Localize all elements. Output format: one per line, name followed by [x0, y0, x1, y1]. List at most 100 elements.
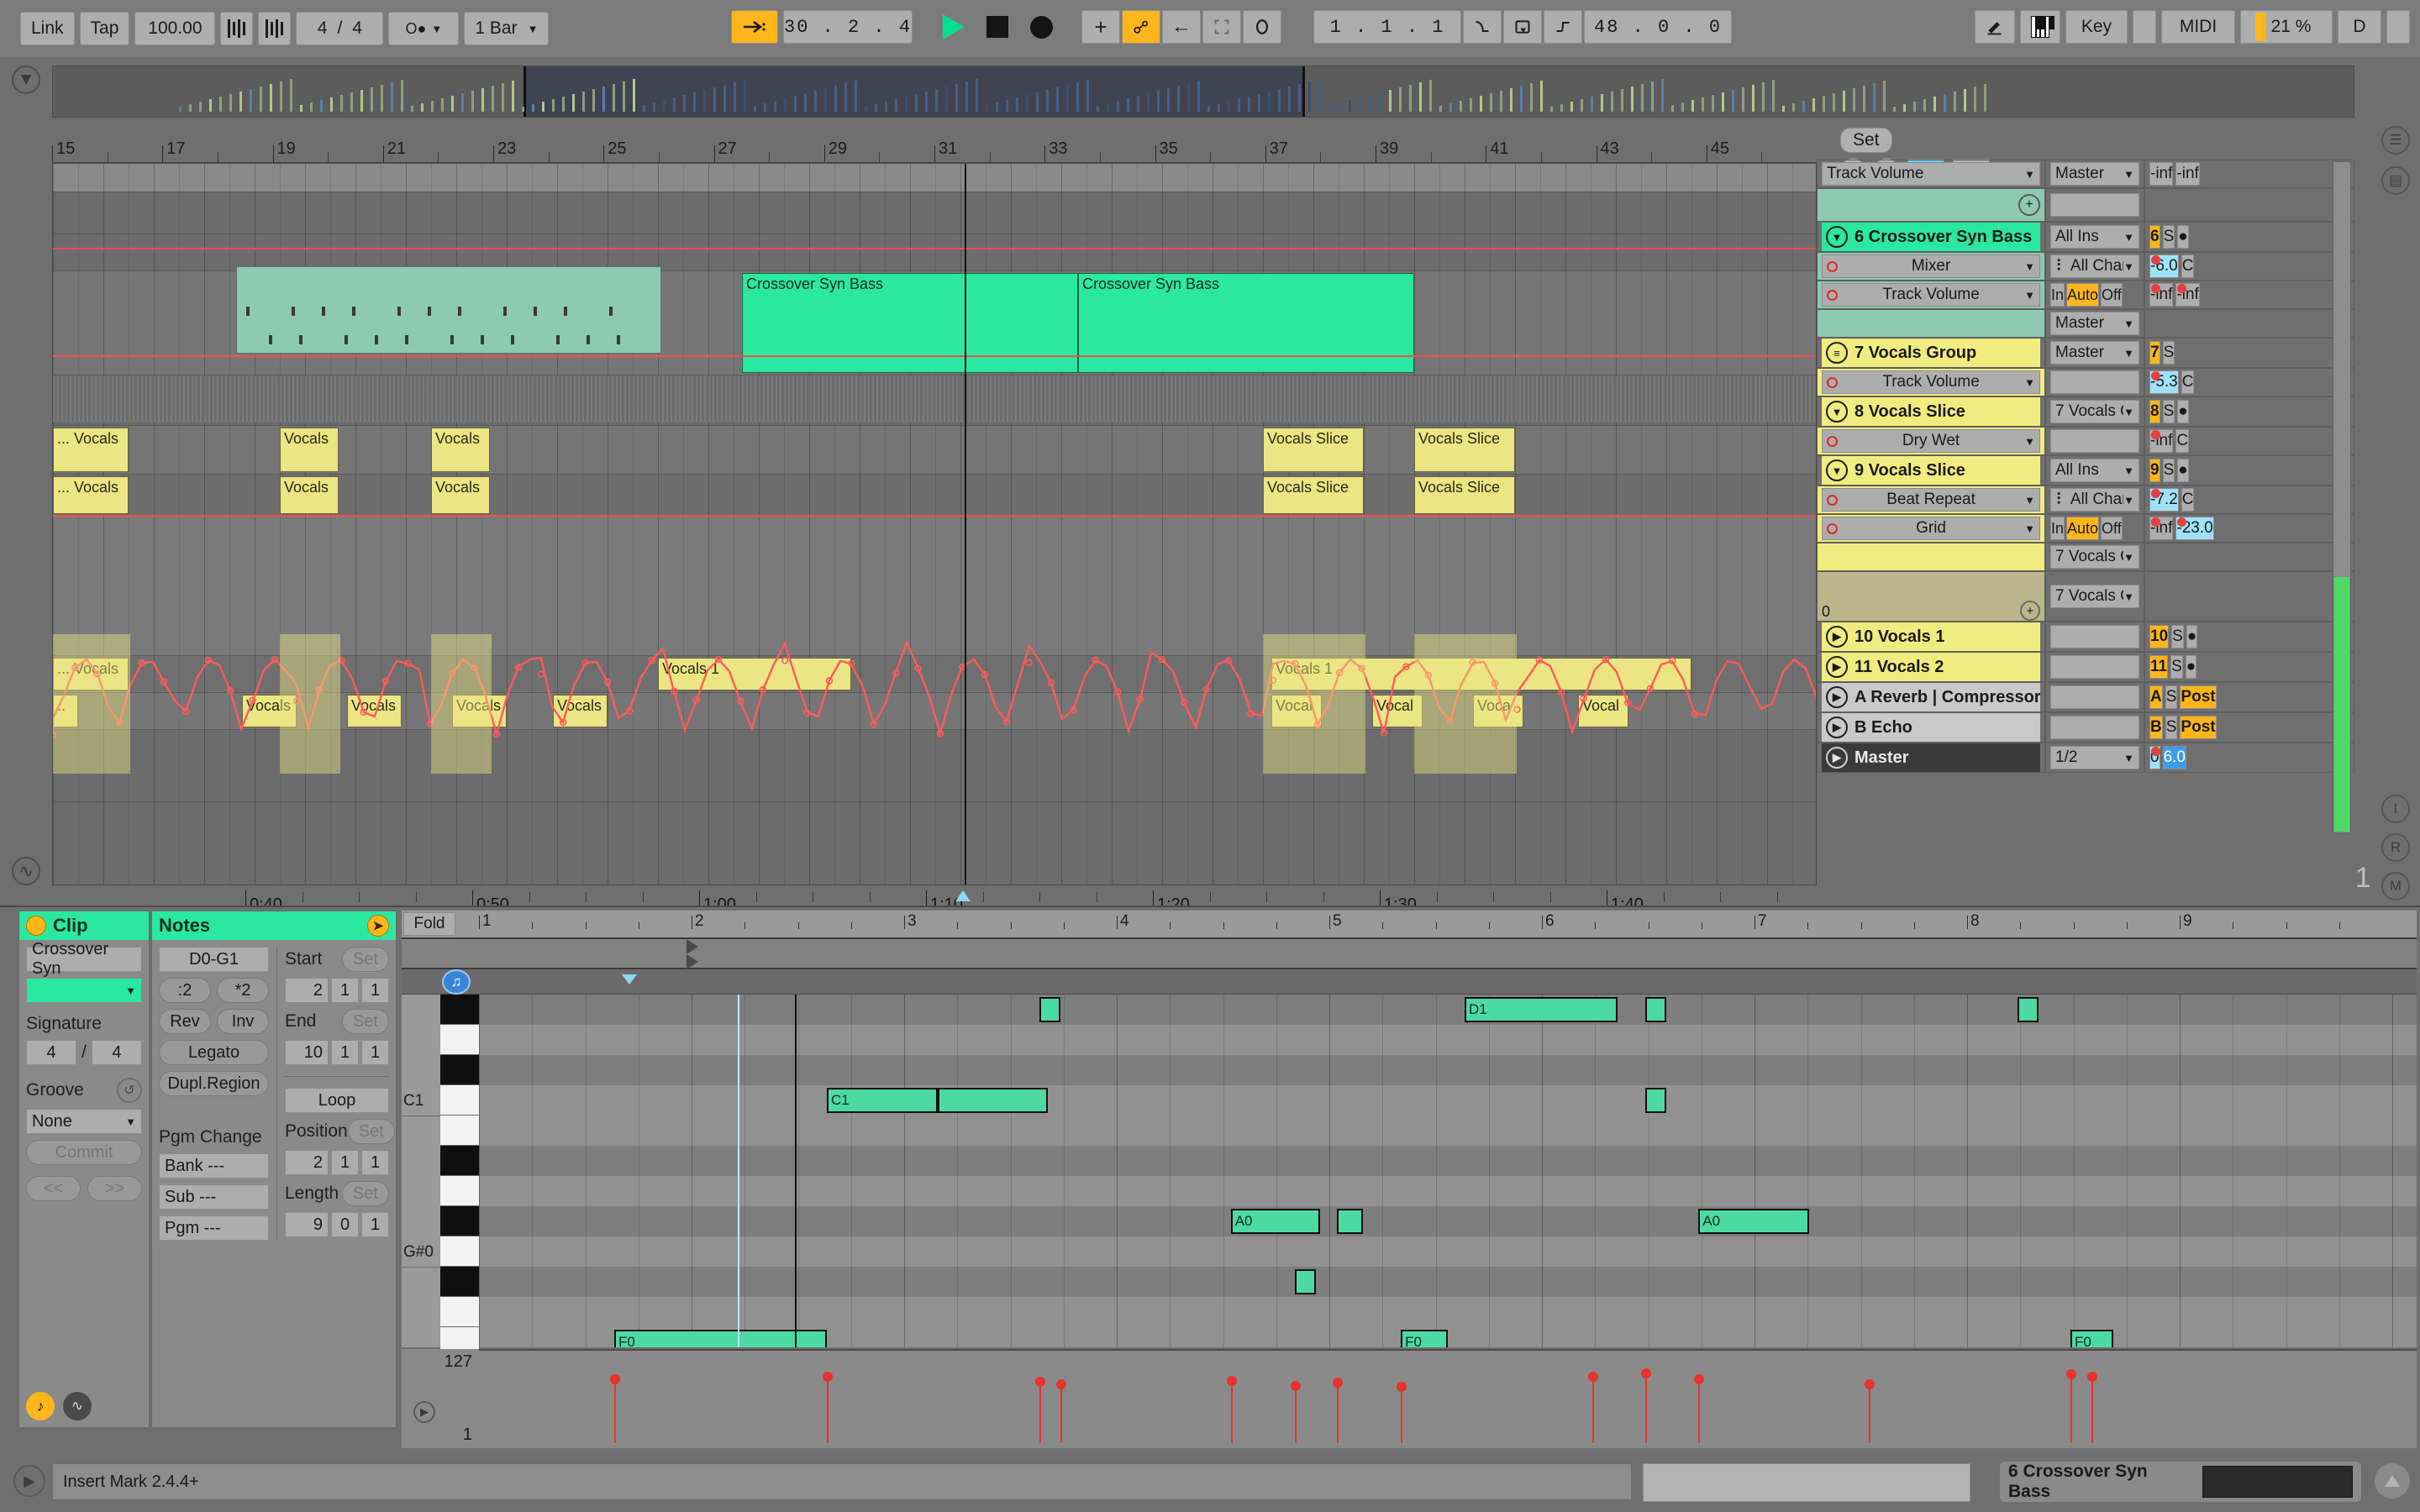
- piano-keyboard[interactable]: C1 G#0: [402, 995, 479, 1388]
- velocity-stem[interactable]: [1698, 1379, 1701, 1443]
- top-send-a[interactable]: -inf: [2149, 162, 2174, 186]
- velocity-stem[interactable]: [2070, 1374, 2073, 1443]
- key-map-button[interactable]: Key: [2065, 10, 2128, 44]
- fade-in-icon[interactable]: [1463, 10, 1502, 44]
- mixer-toggle-icon[interactable]: ▤: [2381, 166, 2410, 195]
- velocity-stem[interactable]: [1230, 1380, 1233, 1443]
- automation-dot-icon[interactable]: [1827, 522, 1838, 534]
- track-volume-field[interactable]: -5.3: [2149, 370, 2179, 394]
- velocity-stem[interactable]: [2091, 1377, 2094, 1443]
- top-track-volume-dropdown[interactable]: Track Volume ▼: [1822, 162, 2040, 186]
- vocal-slice-highlight[interactable]: [431, 634, 492, 774]
- track-monitor-auto[interactable]: Auto: [2066, 283, 2100, 307]
- duplicate-region-button[interactable]: Dupl.Region: [159, 1071, 270, 1096]
- piano-roll-loop-brace[interactable]: [402, 937, 2417, 969]
- track-number-button[interactable]: 8: [2149, 400, 2160, 423]
- mixer-track-name[interactable]: ▶ A Reverb | Compressor: [1822, 683, 2040, 711]
- vocal-slice-highlight[interactable]: [53, 634, 130, 774]
- record-button[interactable]: [1030, 15, 1054, 39]
- arrangement-overview[interactable]: [52, 66, 2354, 118]
- automation-dot-icon[interactable]: [1827, 289, 1838, 301]
- midi-note[interactable]: [1645, 997, 1667, 1022]
- device-parameter-dropdown[interactable]: Mixer ▼: [1822, 255, 2040, 278]
- track-input-channel-dropdown[interactable]: ⠇All Channel▼: [2050, 255, 2139, 278]
- track-input-type-dropdown[interactable]: All Ins ▼: [2050, 459, 2139, 482]
- arrangement-clip[interactable]: ... Vocals: [53, 428, 129, 472]
- track-output-dropdown[interactable]: 7 Vocals Group▼: [2050, 400, 2139, 423]
- length-beat[interactable]: 0: [331, 1212, 359, 1237]
- mixer-track-name[interactable]: ▶ 10 Vocals 1: [1822, 622, 2040, 651]
- device-parameter-dropdown[interactable]: Track Volume ▼: [1822, 283, 2040, 307]
- automation-dot-icon[interactable]: [1827, 435, 1838, 447]
- mixer-track-name[interactable]: ▼ 8 Vocals Slice: [1822, 397, 2040, 426]
- mixer-track-grid[interactable]: Track Volume ▼ Master ▼ -inf -inf + ▼ 6 Crossove…: [1817, 160, 2354, 773]
- track-monitor-in[interactable]: In: [2050, 517, 2065, 540]
- velocity-stem[interactable]: [1645, 1373, 1648, 1443]
- note-grid[interactable]: F0C1A0F0D1A0E0F0: [479, 995, 2417, 1347]
- tap-tempo-button[interactable]: Tap: [79, 12, 130, 45]
- signature-denominator[interactable]: 4: [91, 1040, 142, 1065]
- draw-mode-plus-icon[interactable]: +: [1081, 10, 1121, 44]
- quantize-value-dropdown[interactable]: 1 Bar ▼: [464, 12, 550, 45]
- automation-dot-icon[interactable]: [1827, 260, 1838, 272]
- velocity-head[interactable]: [1226, 1375, 1237, 1386]
- loop-brace-marker[interactable]: [687, 939, 698, 954]
- velocity-head[interactable]: [610, 1374, 620, 1385]
- browser-toggle-icon[interactable]: ☰: [2381, 126, 2410, 155]
- arrangement-clip[interactable]: Vocals: [280, 428, 339, 472]
- arrangement-clip[interactable]: Vocals Slice: [1263, 476, 1364, 514]
- clip-notes-icon[interactable]: ♪: [26, 1392, 55, 1420]
- track-output-dropdown[interactable]: Master ▼: [2050, 341, 2139, 365]
- invert-notes-button[interactable]: Inv: [217, 1009, 270, 1034]
- triangle-down-icon[interactable]: ▼: [1826, 226, 1848, 248]
- velocity-head[interactable]: [1397, 1382, 1407, 1393]
- play-triangle-icon[interactable]: ▶: [1826, 717, 1848, 738]
- velocity-head[interactable]: [1641, 1368, 1652, 1378]
- track-output-dropdown[interactable]: 7 Vocals Group▼: [2050, 585, 2139, 608]
- track-arm-button[interactable]: ●: [2177, 400, 2189, 423]
- track-solo-button[interactable]: S: [2165, 685, 2178, 709]
- length-set-button[interactable]: Set: [341, 1181, 389, 1206]
- track-io-empty[interactable]: [2050, 716, 2139, 739]
- follow-button[interactable]: [731, 10, 778, 44]
- automation-arm-icon[interactable]: [1122, 10, 1161, 44]
- mixer-track-name[interactable]: ▶ B Echo: [1822, 713, 2040, 742]
- length-sixteenth[interactable]: 1: [361, 1212, 389, 1237]
- vocal-slice-highlight[interactable]: [1263, 634, 1365, 774]
- metronome-icon[interactable]: [258, 12, 292, 45]
- clip-color-chooser[interactable]: ▼: [26, 978, 142, 1003]
- lane-midi-preview[interactable]: [53, 164, 1816, 192]
- position-set-button[interactable]: Set: [347, 1119, 395, 1144]
- pgm-field[interactable]: Pgm ---: [159, 1215, 270, 1241]
- bank-field[interactable]: Bank ---: [159, 1153, 270, 1179]
- computer-midi-keyboard-icon[interactable]: [2020, 10, 2060, 44]
- master-volume-field[interactable]: 0: [2149, 746, 2160, 769]
- track-arm-button[interactable]: ●: [2177, 459, 2189, 482]
- mixer-track-name[interactable]: ≡ 7 Vocals Group: [1822, 339, 2040, 367]
- track-output-dropdown[interactable]: 7 Vocals Group▼: [2050, 545, 2139, 569]
- piano-roll[interactable]: Fold 123456789 ♫ C1G#0 F0C1A0F0D1A0E0F0 …: [402, 911, 2417, 1448]
- vocal-slice-highlight[interactable]: [280, 634, 340, 774]
- headphone-preview-icon[interactable]: ♫: [442, 969, 471, 995]
- track-output-dropdown[interactable]: Master ▼: [2050, 312, 2139, 335]
- returns-toggle-icon[interactable]: R: [2381, 833, 2410, 862]
- automation-envelope[interactable]: [53, 248, 1816, 249]
- track-number-button[interactable]: 6: [2149, 225, 2160, 249]
- track-io-empty[interactable]: [2050, 429, 2139, 453]
- track-volume-field[interactable]: -7.2: [2149, 488, 2179, 512]
- track-arm-button[interactable]: ●: [2186, 625, 2198, 648]
- arrangement-clip[interactable]: Vocals Slice: [1414, 476, 1515, 514]
- automation-dot-icon[interactable]: [1827, 376, 1838, 388]
- prev-groove-button[interactable]: <<: [26, 1176, 81, 1201]
- piano-key[interactable]: [440, 1267, 479, 1297]
- midi-note[interactable]: F0: [1401, 1330, 1448, 1347]
- track-volume-field[interactable]: -6.0: [2149, 255, 2179, 278]
- velocity-stem[interactable]: [1294, 1385, 1297, 1443]
- track-input-type-dropdown[interactable]: All Ins ▼: [2050, 225, 2139, 249]
- fade-out-icon[interactable]: [1544, 10, 1583, 44]
- arrangement-clip[interactable]: Vocals: [431, 428, 490, 472]
- piano-roll-scrub-area[interactable]: ♫: [402, 969, 2417, 995]
- bar-ruler[interactable]: 15 17 19 21 23 25 27 29 31 33 35 37 39 41 43 45: [52, 126, 1817, 163]
- clip-activator-icon[interactable]: [26, 916, 46, 936]
- track-number-button[interactable]: 9: [2149, 459, 2160, 482]
